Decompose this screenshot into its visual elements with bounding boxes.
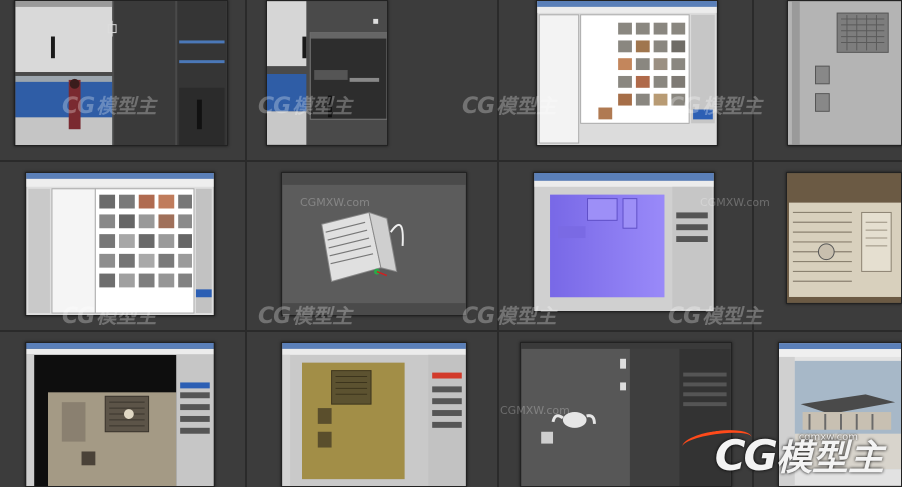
texture-browser-2-image	[26, 173, 214, 315]
tile-ac-texture-yellow-photoshop[interactable]	[281, 342, 467, 487]
tile-3dsmax-teapot-viewport[interactable]	[520, 342, 732, 487]
tile-3dsmax-character-viewports[interactable]	[14, 0, 228, 146]
grid-divider-row-2	[0, 330, 902, 332]
tile-texture-browser-grid[interactable]	[536, 0, 718, 146]
teapot-image	[521, 343, 731, 486]
brand-logo: CG模型主	[714, 431, 884, 480]
ac-grey-image	[788, 1, 901, 145]
normal-map-image	[534, 173, 714, 311]
ac-yellow-image	[282, 343, 466, 486]
grid-divider-row-1	[0, 160, 902, 162]
max-dialog-image	[267, 1, 387, 145]
texture-browser-image	[537, 1, 717, 145]
max-viewports-image	[15, 1, 227, 145]
ac-photo-image	[787, 173, 901, 303]
ac-dark-image	[26, 343, 214, 486]
tile-ac-unit-model-viewport[interactable]	[281, 172, 467, 316]
tile-ac-texture-dark-photoshop[interactable]	[25, 342, 215, 487]
tile-texture-browser-grid-2[interactable]	[25, 172, 215, 316]
tile-ac-unit-photo-closeup[interactable]	[786, 172, 902, 304]
ac-model-image	[282, 173, 466, 315]
grid-divider-col-2	[497, 0, 499, 487]
tile-3dsmax-character-dialog[interactable]	[266, 0, 388, 146]
grid-divider-col-1	[245, 0, 247, 487]
tile-normal-map-photoshop[interactable]	[533, 172, 715, 312]
tile-ac-unit-grey-closeup[interactable]	[787, 0, 902, 146]
grid-divider-col-3	[752, 0, 754, 487]
